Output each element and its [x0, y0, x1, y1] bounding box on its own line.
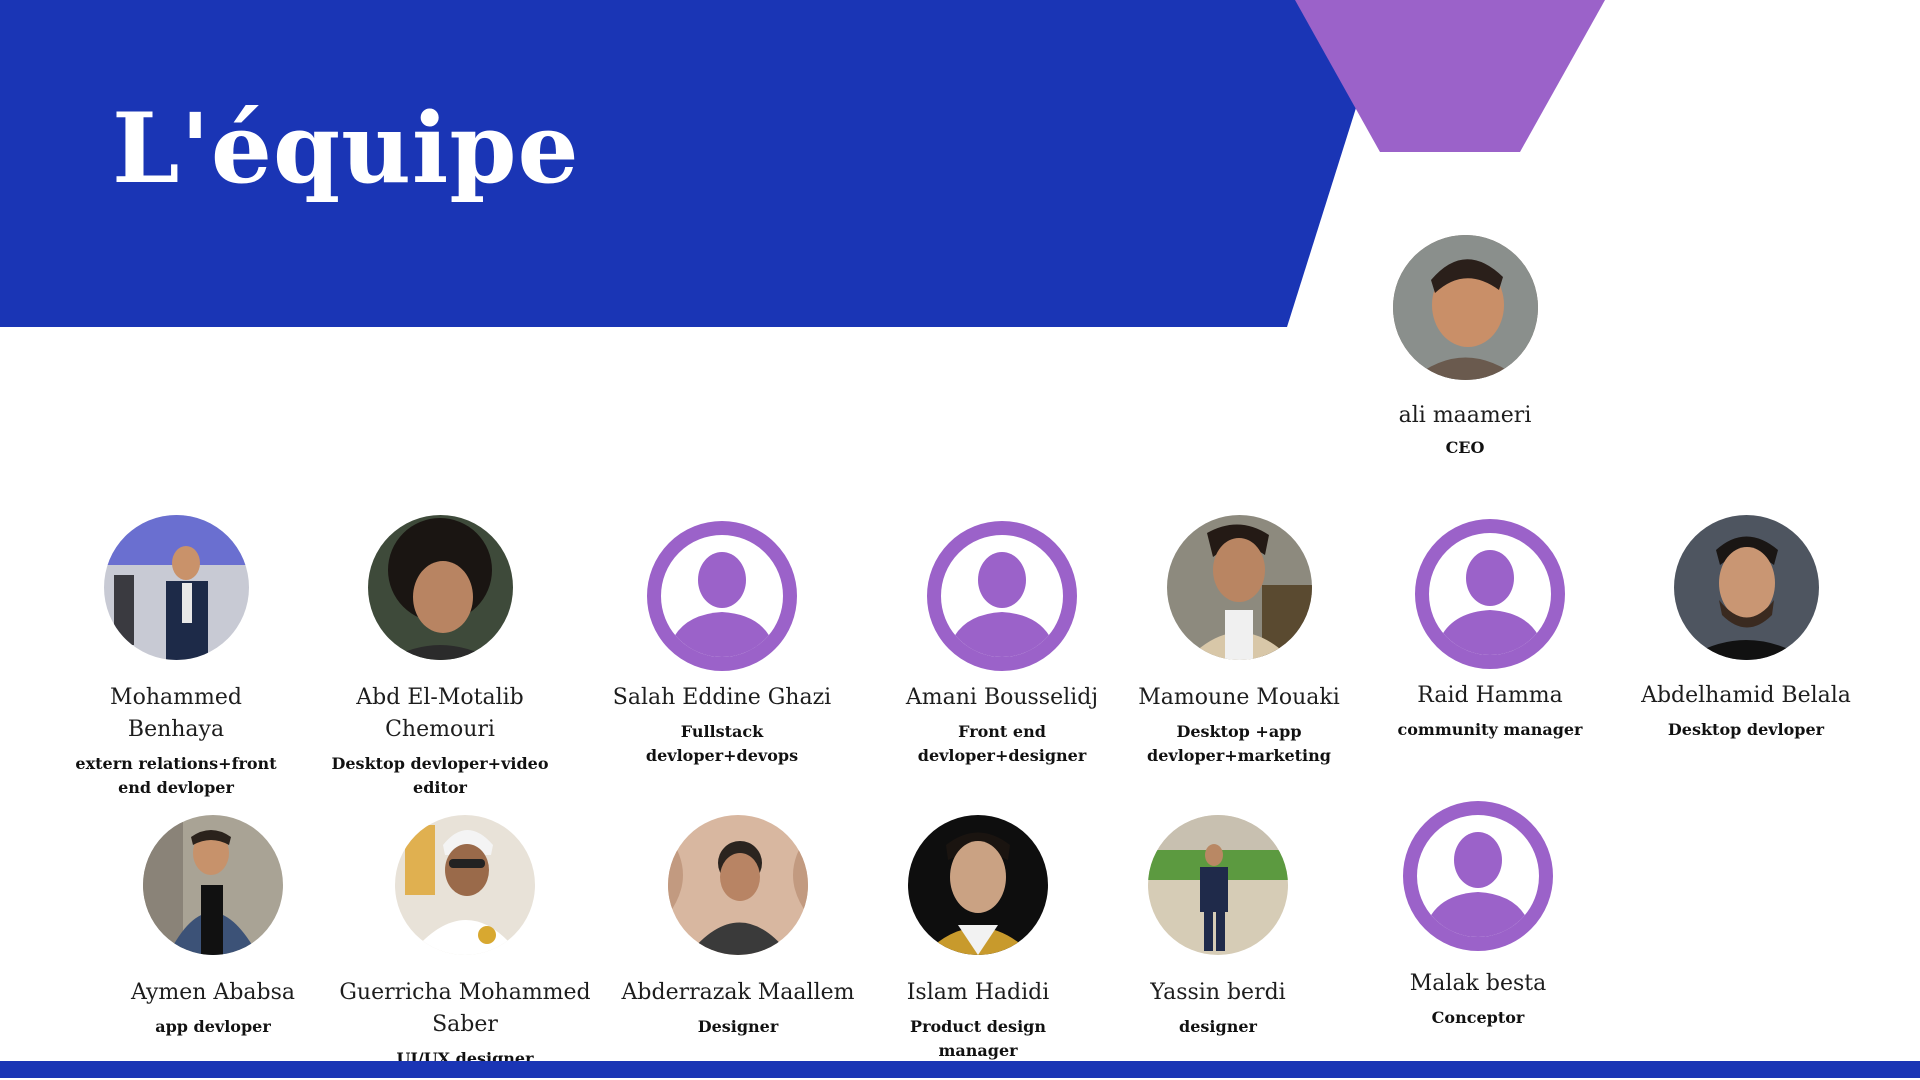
- user-placeholder-icon: [646, 520, 798, 672]
- user-placeholder-icon: [1402, 800, 1554, 952]
- member-role: designer: [1179, 1017, 1257, 1036]
- avatar-photo: [103, 515, 249, 660]
- avatar-photo: [1673, 515, 1819, 660]
- member-name: Salah Eddine Ghazi: [612, 685, 832, 710]
- member-role: community manager: [1397, 720, 1583, 739]
- member-name: Islam Hadidi: [906, 980, 1050, 1005]
- member-card: Malak besta Conceptor: [1328, 800, 1628, 1030]
- member-role: Conceptor: [1431, 1008, 1525, 1027]
- member-card: Abd El-Motalib Chemouri Desktop devloper…: [290, 515, 590, 800]
- member-card: Raid Hamma community manager: [1340, 518, 1640, 742]
- member-role: Front end devloper+designer: [917, 722, 1087, 765]
- member-card: Mohammed Benhaya extern relations+front …: [26, 515, 326, 800]
- member-role: Product design manager: [910, 1017, 1046, 1060]
- member-role: Desktop devloper: [1667, 720, 1825, 739]
- member-name: Abdelhamid Belala: [1641, 683, 1851, 708]
- member-role: app devloper: [155, 1017, 271, 1036]
- member-name: Mohammed Benhaya: [110, 685, 242, 742]
- member-name: Aymen Ababsa: [130, 980, 296, 1005]
- member-card: Guerricha Mohammed Saber UI/UX designer: [315, 815, 615, 1071]
- member-name: Yassin berdi: [1150, 980, 1286, 1005]
- member-role: Desktop +app devloper+marketing: [1147, 722, 1331, 765]
- member-name: Guerricha Mohammed Saber: [339, 980, 591, 1037]
- avatar-photo: [668, 815, 808, 955]
- member-role: extern relations+front end devloper: [75, 754, 277, 797]
- avatar-photo: [395, 815, 535, 955]
- member-name: Malak besta: [1409, 971, 1547, 996]
- user-placeholder-icon: [926, 520, 1078, 672]
- member-name: Mamoune Mouaki: [1138, 685, 1340, 710]
- member-role: CEO: [1445, 438, 1485, 457]
- avatar-photo: [367, 515, 513, 660]
- slide-title: L'équipe: [112, 92, 580, 205]
- avatar-photo: [908, 815, 1048, 955]
- member-card: Abdelhamid Belala Desktop devloper: [1596, 515, 1896, 742]
- member-card: Salah Eddine Ghazi Fullstack devloper+de…: [572, 520, 872, 768]
- member-name: ali maameri: [1398, 403, 1532, 428]
- member-card: Yassin berdi designer: [1068, 815, 1368, 1039]
- avatar-photo: [143, 815, 283, 955]
- user-placeholder-icon: [1414, 518, 1566, 670]
- member-name: Amani Bousselidj: [905, 685, 1099, 710]
- avatar-photo: [1166, 515, 1312, 660]
- member-role: Desktop devloper+video editor: [331, 754, 549, 797]
- member-card-ceo: ali maameri CEO: [1315, 235, 1615, 460]
- avatar-photo: [1148, 815, 1288, 955]
- member-role: Fullstack devloper+devops: [645, 722, 799, 765]
- avatar-photo: [1392, 235, 1538, 380]
- member-name: Abd El-Motalib Chemouri: [356, 685, 524, 742]
- member-name: Raid Hamma: [1417, 683, 1563, 708]
- footer-bar: [0, 1061, 1920, 1078]
